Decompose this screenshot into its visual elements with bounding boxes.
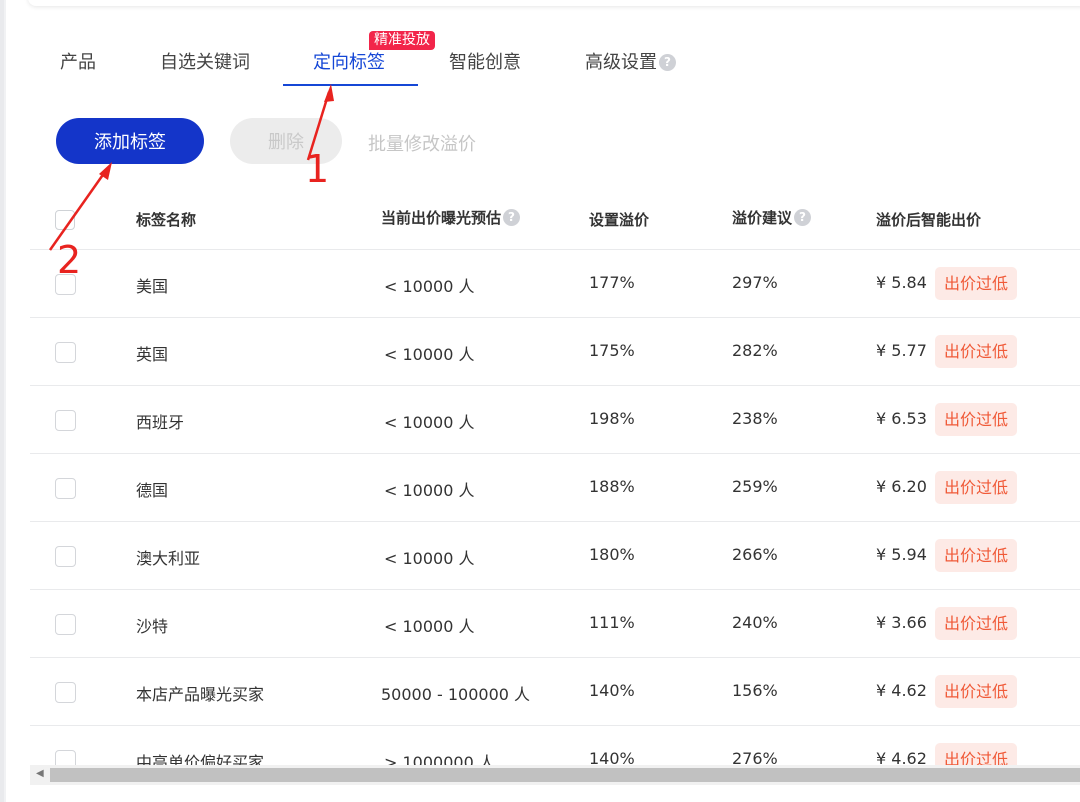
smart-bid: ¥ 6.20 (876, 477, 927, 496)
tag-name: 西班牙 (136, 413, 185, 432)
exposure-estimate: < 10000 人 (384, 549, 475, 568)
tag-name: 沙特 (136, 617, 169, 636)
table-row[interactable]: 沙特 < 10000 人 111% 240% ¥ 3.66 出价过低 (30, 589, 1080, 657)
tag-name: 美国 (136, 277, 169, 296)
add-tag-button[interactable]: 添加标签 (56, 118, 204, 164)
row-checkbox[interactable] (55, 546, 76, 567)
row-checkbox[interactable] (55, 614, 76, 635)
column-header-premium: 设置溢价 (589, 211, 650, 229)
horizontal-scrollbar[interactable]: ◀ (30, 765, 1080, 785)
tab-targeting-tags[interactable]: 定向标签 (313, 48, 385, 74)
premium-suggestion: 266% (732, 545, 778, 564)
exposure-estimate: 50000 - 100000 人 (381, 685, 531, 704)
scroll-left-arrow-icon[interactable]: ◀ (36, 768, 44, 779)
row-checkbox[interactable] (55, 342, 76, 363)
table-row[interactable]: 德国 < 10000 人 188% 259% ¥ 6.20 出价过低 (30, 453, 1080, 521)
annotation-number-1: 1 (305, 147, 330, 191)
bid-too-low-tag: 出价过低 (935, 471, 1018, 504)
column-header-suggestion: 溢价建议? (732, 207, 812, 228)
tab-product[interactable]: 产品 (60, 48, 96, 74)
bid-too-low-tag: 出价过低 (935, 267, 1018, 300)
row-checkbox[interactable] (55, 750, 76, 765)
premium-suggestion: 238% (732, 409, 778, 428)
exposure-estimate: < 10000 人 (384, 413, 475, 432)
premium-value[interactable]: 177% (589, 273, 635, 292)
bid-too-low-tag: 出价过低 (935, 607, 1018, 640)
bid-too-low-tag: 出价过低 (935, 743, 1018, 765)
premium-value[interactable]: 140% (589, 749, 635, 765)
premium-suggestion: 282% (732, 341, 778, 360)
premium-value[interactable]: 140% (589, 681, 635, 700)
premium-value[interactable]: 198% (589, 409, 635, 428)
exposure-estimate: < 10000 人 (384, 277, 475, 296)
precise-targeting-badge: 精准投放 (369, 31, 435, 50)
column-header-suggestion-label: 溢价建议 (732, 209, 793, 227)
exposure-estimate: < 10000 人 (384, 617, 475, 636)
row-checkbox[interactable] (55, 410, 76, 431)
premium-value[interactable]: 111% (589, 613, 635, 632)
annotation-arrow-2-head (99, 162, 112, 180)
help-icon[interactable]: ? (794, 209, 812, 226)
page-left-edge-shadow (4, 0, 6, 802)
column-header-smart-bid: 溢价后智能出价 (876, 211, 982, 229)
premium-suggestion: 276% (732, 749, 778, 765)
bid-too-low-tag: 出价过低 (935, 403, 1018, 436)
help-icon[interactable]: ? (659, 54, 676, 71)
row-checkbox[interactable] (55, 682, 76, 703)
table-row[interactable]: 美国 < 10000 人 177% 297% ¥ 5.84 出价过低 (30, 249, 1080, 317)
row-checkbox[interactable] (55, 478, 76, 499)
smart-bid: ¥ 5.77 (876, 341, 927, 360)
premium-value[interactable]: 180% (589, 545, 635, 564)
scrollbar-thumb[interactable] (50, 768, 1080, 782)
smart-bid: ¥ 4.62 (876, 681, 927, 700)
bulk-edit-premium-button[interactable]: 批量修改溢价 (368, 130, 476, 156)
smart-bid: ¥ 5.84 (876, 273, 927, 292)
table-row[interactable]: 中高单价偏好买家 > 1000000 人 140% 276% ¥ 4.62 出价… (30, 725, 1080, 765)
tab-advanced-settings-label: 高级设置 (585, 52, 657, 73)
column-header-exposure-label: 当前出价曝光预估 (381, 209, 502, 227)
annotation-arrow-1-head (324, 84, 334, 102)
exposure-estimate: < 10000 人 (384, 481, 475, 500)
exposure-estimate: > 1000000 人 (384, 753, 495, 765)
column-header-exposure: 当前出价曝光预估? (381, 207, 521, 228)
smart-bid: ¥ 4.62 (876, 749, 927, 765)
tab-custom-keywords[interactable]: 自选关键词 (160, 48, 250, 74)
table-row[interactable]: 本店产品曝光买家 50000 - 100000 人 140% 156% ¥ 4.… (30, 657, 1080, 725)
smart-bid: ¥ 6.53 (876, 409, 927, 428)
help-icon[interactable]: ? (503, 209, 521, 226)
column-header-tag-name: 标签名称 (136, 211, 197, 229)
premium-value[interactable]: 175% (589, 341, 635, 360)
exposure-estimate: < 10000 人 (384, 345, 475, 364)
premium-suggestion: 240% (732, 613, 778, 632)
top-card-edge (28, 0, 1080, 6)
premium-suggestion: 297% (732, 273, 778, 292)
bid-too-low-tag: 出价过低 (935, 539, 1018, 572)
table-row[interactable]: 英国 < 10000 人 175% 282% ¥ 5.77 出价过低 (30, 317, 1080, 385)
tab-smart-creative[interactable]: 智能创意 (449, 48, 521, 74)
tag-name: 德国 (136, 481, 169, 500)
premium-value[interactable]: 188% (589, 477, 635, 496)
select-all-checkbox[interactable] (55, 210, 75, 230)
annotation-number-2: 2 (57, 238, 82, 282)
table-row[interactable]: 澳大利亚 < 10000 人 180% 266% ¥ 5.94 出价过低 (30, 521, 1080, 589)
bid-too-low-tag: 出价过低 (935, 335, 1018, 368)
tag-name: 英国 (136, 345, 169, 364)
tab-advanced-settings[interactable]: 高级设置? (585, 48, 676, 74)
tag-name: 本店产品曝光买家 (136, 685, 265, 704)
premium-suggestion: 156% (732, 681, 778, 700)
tag-name: 中高单价偏好买家 (136, 753, 265, 765)
smart-bid: ¥ 5.94 (876, 545, 927, 564)
bid-too-low-tag: 出价过低 (935, 675, 1018, 708)
active-tab-underline (283, 84, 418, 86)
premium-suggestion: 259% (732, 477, 778, 496)
table-row[interactable]: 西班牙 < 10000 人 198% 238% ¥ 6.53 出价过低 (30, 385, 1080, 453)
tag-name: 澳大利亚 (136, 549, 201, 568)
smart-bid: ¥ 3.66 (876, 613, 927, 632)
